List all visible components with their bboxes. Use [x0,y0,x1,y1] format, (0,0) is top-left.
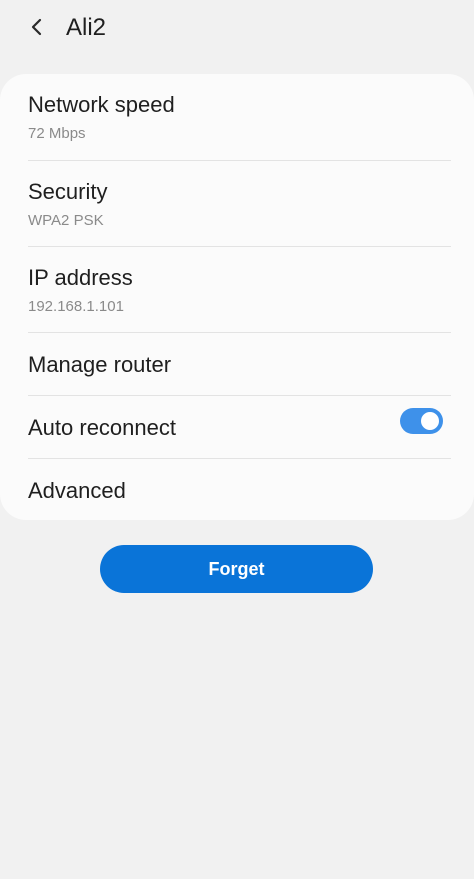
ip-address-value: 192.168.1.101 [28,298,124,315]
chevron-left-icon [31,18,42,36]
advanced-item[interactable]: Advanced [0,459,474,520]
network-speed-value: 72 Mbps [28,125,86,142]
toggle-knob [419,410,441,432]
network-speed-label: Network speed [28,92,175,117]
security-value: WPA2 PSK [28,212,104,229]
app-bar: Ali2 [0,0,474,58]
ip-address-item[interactable]: IP address 192.168.1.101 [0,247,474,332]
security-item[interactable]: Security WPA2 PSK [0,161,474,246]
page-title: Ali2 [66,14,107,41]
network-speed-item[interactable]: Network speed 72 Mbps [0,74,474,160]
auto-reconnect-item[interactable]: Auto reconnect [0,396,474,458]
ip-address-label: IP address [28,265,133,290]
auto-reconnect-toggle[interactable] [400,408,443,434]
back-button[interactable] [22,12,52,42]
security-label: Security [28,179,108,204]
network-details-card: Network speed 72 Mbps Security WPA2 PSK … [0,74,474,520]
manage-router-item[interactable]: Manage router [0,333,474,395]
advanced-label: Advanced [28,478,126,503]
forget-button[interactable]: Forget [100,545,373,593]
manage-router-label: Manage router [28,352,172,377]
auto-reconnect-label: Auto reconnect [28,415,176,440]
